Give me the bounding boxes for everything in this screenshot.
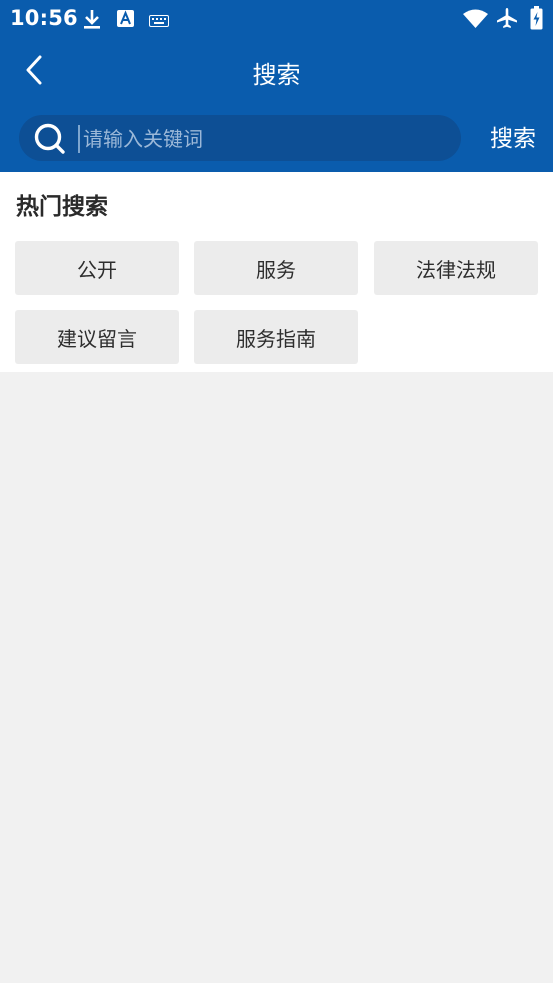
hot-tag[interactable]: 法律法规 [374, 241, 538, 295]
text-cursor [78, 125, 80, 153]
search-box[interactable] [19, 115, 461, 163]
search-bar: 搜索 [0, 104, 553, 172]
airplane-icon [496, 7, 518, 33]
font-app-icon [117, 10, 134, 31]
page-title: 搜索 [252, 61, 301, 89]
wifi-icon [463, 9, 488, 32]
hot-tag[interactable]: 公开 [15, 241, 179, 295]
search-icon [33, 122, 67, 160]
hot-tag[interactable]: 服务指南 [194, 310, 358, 364]
hot-search-title: 热门搜索 [16, 194, 108, 220]
search-button[interactable]: 搜索 [479, 122, 547, 156]
keyboard-icon [149, 12, 169, 31]
search-input[interactable] [81, 115, 445, 163]
app-header: 搜索 [0, 38, 553, 104]
download-icon [82, 8, 102, 34]
hot-tag[interactable]: 服务 [194, 241, 358, 295]
hot-tag[interactable]: 建议留言 [15, 310, 179, 364]
battery-charging-icon [530, 6, 543, 34]
hot-search-panel: 热门搜索 公开 服务 法律法规 建议留言 服务指南 [0, 172, 553, 372]
status-time: 10:56 [10, 6, 78, 30]
results-area [0, 372, 553, 983]
status-bar: 10:56 [0, 0, 553, 38]
